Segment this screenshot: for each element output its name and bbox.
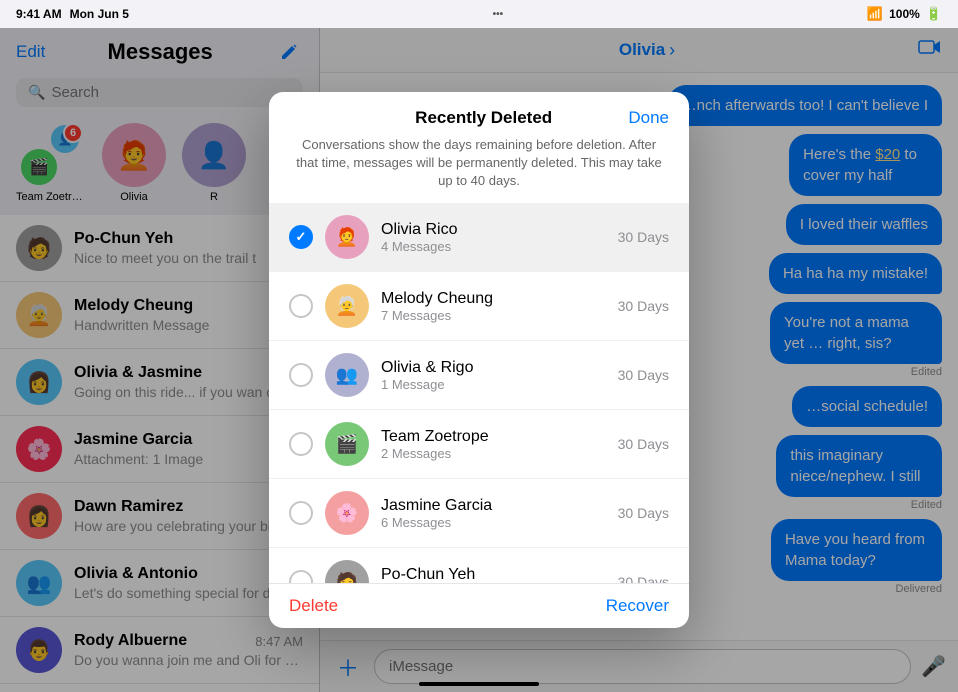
avatar-melody-cheung: 🧑‍🦳	[325, 284, 369, 328]
status-time: 9:41 AM	[16, 7, 62, 21]
modal-title: Recently Deleted	[339, 108, 628, 128]
item-days: 30 Days	[618, 436, 669, 452]
battery-icon: 🔋	[926, 6, 942, 22]
radio-po-chun-yeh[interactable]	[289, 570, 313, 583]
modal-item-jasmine-garcia[interactable]: 🌸 Jasmine Garcia 6 Messages 30 Days	[269, 479, 689, 548]
avatar-olivia-rigo: 👥	[325, 353, 369, 397]
avatar-team-zoetrope: 🎬	[325, 422, 369, 466]
item-name: Jasmine Garcia	[381, 497, 606, 515]
recently-deleted-modal: Recently Deleted Done Conversations show…	[269, 92, 689, 628]
delete-button[interactable]: Delete	[289, 596, 338, 616]
item-info-olivia-rico: Olivia Rico 4 Messages	[381, 221, 606, 254]
modal-footer: Delete Recover	[269, 583, 689, 628]
item-days: 30 Days	[618, 229, 669, 245]
status-day: Mon Jun 5	[70, 7, 129, 21]
modal-list: 🧑‍🦰 Olivia Rico 4 Messages 30 Days 🧑‍🦳 M…	[269, 203, 689, 583]
modal-item-olivia-rigo[interactable]: 👥 Olivia & Rigo 1 Message 30 Days	[269, 341, 689, 410]
modal-item-team-zoetrope[interactable]: 🎬 Team Zoetrope 2 Messages 30 Days	[269, 410, 689, 479]
item-sub: 7 Messages	[381, 308, 606, 323]
item-days: 30 Days	[618, 367, 669, 383]
item-sub: 6 Messages	[381, 515, 606, 530]
item-days: 30 Days	[618, 298, 669, 314]
radio-olivia-rigo[interactable]	[289, 363, 313, 387]
wifi-icon: 📶	[867, 6, 883, 22]
item-name: Olivia Rico	[381, 221, 606, 239]
item-name: Olivia & Rigo	[381, 359, 606, 377]
item-info-olivia-rigo: Olivia & Rigo 1 Message	[381, 359, 606, 392]
item-info-po-chun-yeh: Po-Chun Yeh 2 Messages	[381, 566, 606, 584]
status-bar: 9:41 AM Mon Jun 5 ••• 📶 100% 🔋	[0, 0, 958, 28]
avatar-jasmine-garcia: 🌸	[325, 491, 369, 535]
item-sub: 1 Message	[381, 377, 606, 392]
battery-label: 100%	[889, 7, 920, 21]
radio-jasmine-garcia[interactable]	[289, 501, 313, 525]
modal-item-melody-cheung[interactable]: 🧑‍🦳 Melody Cheung 7 Messages 30 Days	[269, 272, 689, 341]
modal-description: Conversations show the days remaining be…	[269, 128, 689, 203]
item-name: Team Zoetrope	[381, 428, 606, 446]
item-sub: 4 Messages	[381, 239, 606, 254]
radio-melody-cheung[interactable]	[289, 294, 313, 318]
item-info-team-zoetrope: Team Zoetrope 2 Messages	[381, 428, 606, 461]
item-info-melody-cheung: Melody Cheung 7 Messages	[381, 290, 606, 323]
status-dots: •••	[493, 9, 504, 20]
item-days: 30 Days	[618, 505, 669, 521]
avatar-olivia-rico: 🧑‍🦰	[325, 215, 369, 259]
modal-item-olivia-rico[interactable]: 🧑‍🦰 Olivia Rico 4 Messages 30 Days	[269, 203, 689, 272]
modal-overlay[interactable]: Recently Deleted Done Conversations show…	[0, 28, 958, 692]
modal-header: Recently Deleted Done	[269, 92, 689, 128]
recover-button[interactable]: Recover	[606, 596, 669, 616]
item-info-jasmine-garcia: Jasmine Garcia 6 Messages	[381, 497, 606, 530]
done-button[interactable]: Done	[628, 108, 669, 128]
item-name: Melody Cheung	[381, 290, 606, 308]
radio-team-zoetrope[interactable]	[289, 432, 313, 456]
avatar-po-chun-yeh: 🧑	[325, 560, 369, 583]
item-name: Po-Chun Yeh	[381, 566, 606, 584]
item-days: 30 Days	[618, 574, 669, 583]
modal-item-po-chun-yeh[interactable]: 🧑 Po-Chun Yeh 2 Messages 30 Days	[269, 548, 689, 583]
item-sub: 2 Messages	[381, 446, 606, 461]
radio-olivia-rico[interactable]	[289, 225, 313, 249]
